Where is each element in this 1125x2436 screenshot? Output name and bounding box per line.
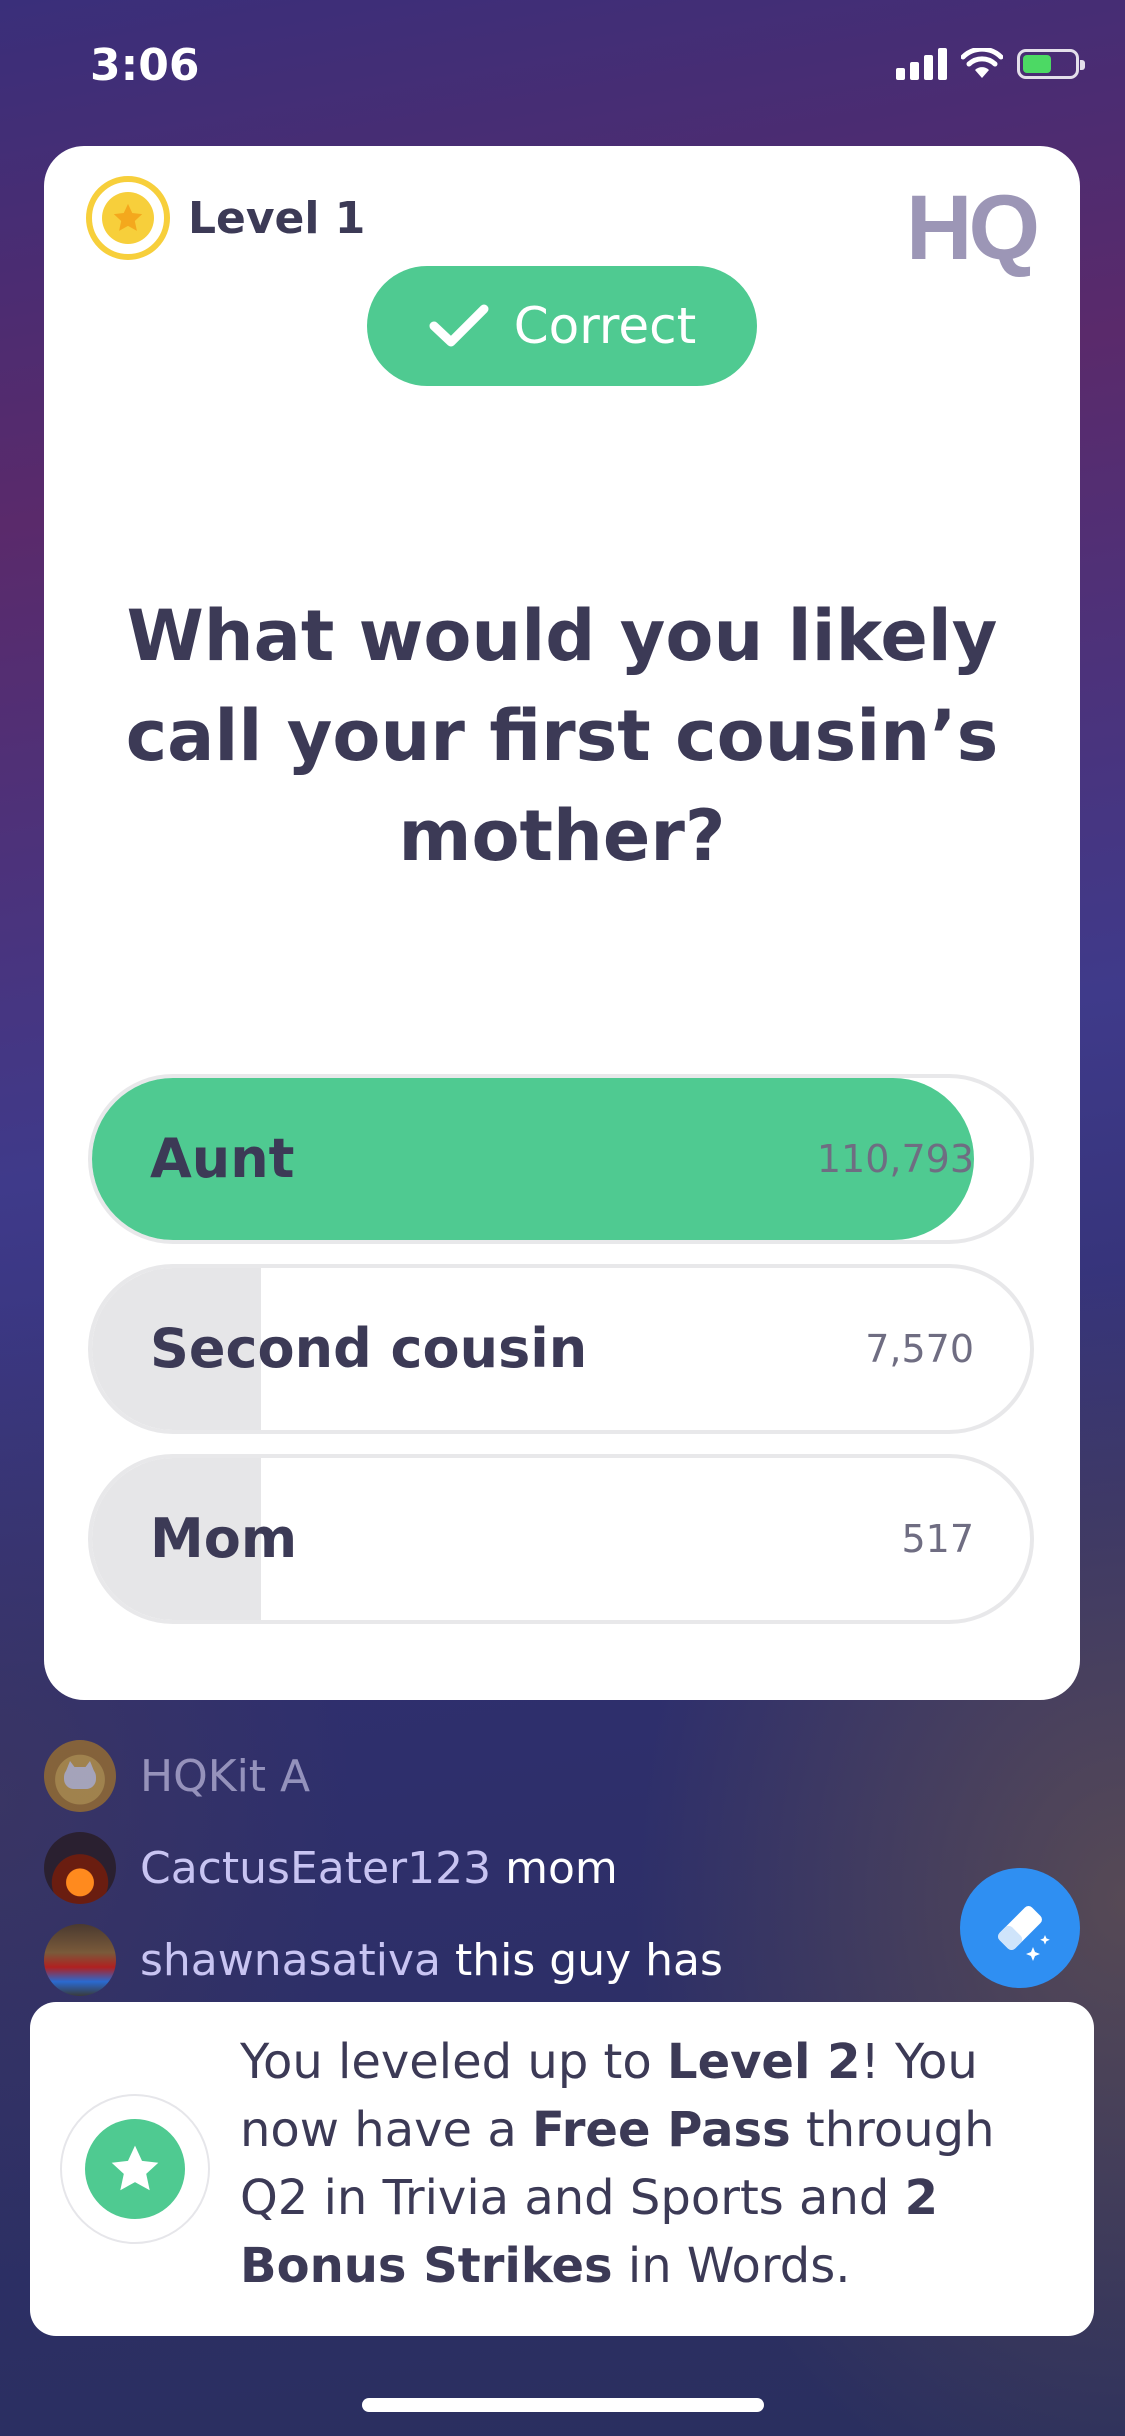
hq-logo: HQ (906, 177, 1040, 279)
chat-text: mom (505, 1842, 618, 1894)
avatar (44, 1832, 116, 1904)
chat-message: HQKit A (44, 1740, 310, 1812)
level-progress-ring (86, 176, 170, 260)
answer-count: 517 (901, 1517, 974, 1561)
answer-option-second-cousin[interactable]: Second cousin 7,570 (88, 1264, 1034, 1434)
level-indicator[interactable]: Level 1 (86, 176, 365, 260)
star-icon (102, 192, 154, 244)
chat-username: HQKit A (140, 1750, 311, 1802)
answer-option-aunt[interactable]: Aunt 110,793 (88, 1074, 1034, 1244)
eraser-icon (998, 1906, 1050, 1961)
chat-text: this guy has (454, 1934, 723, 1986)
question-text: What would you likely call your first co… (125, 595, 999, 877)
answer-count: 110,793 (816, 1137, 974, 1181)
answer-option-mom[interactable]: Mom 517 (88, 1454, 1034, 1624)
chat-username: CactusEater123 (140, 1842, 492, 1894)
chat-message: CactusEater123 mom (44, 1832, 618, 1904)
question-card: Level 1 HQ Correct What would you likely… (44, 146, 1080, 1700)
correct-badge: Correct (367, 266, 757, 386)
status-icons (896, 48, 1085, 80)
level-up-toast[interactable]: You leveled up to Level 2! You now have … (30, 2002, 1094, 2336)
answer-count: 7,570 (865, 1327, 974, 1371)
avatar (44, 1740, 116, 1812)
correct-label: Correct (513, 297, 697, 355)
home-indicator[interactable] (362, 2398, 764, 2412)
answer-label: Second cousin (150, 1317, 588, 1380)
level-label: Level 1 (188, 192, 366, 244)
level-up-message: You leveled up to Level 2! You now have … (240, 2034, 995, 2294)
checkmark-icon (429, 304, 489, 347)
battery-charging-icon (1017, 49, 1085, 79)
level-badge (60, 2094, 210, 2244)
avatar (44, 1924, 116, 1996)
answer-label: Mom (150, 1507, 298, 1570)
wifi-icon (961, 48, 1003, 78)
answer-label: Aunt (150, 1127, 295, 1190)
status-time: 3:06 (90, 40, 200, 91)
chat-username: shawnasativa (140, 1934, 441, 1986)
signal-icon (896, 48, 947, 80)
eraser-button[interactable] (960, 1868, 1080, 1988)
star-icon (111, 2145, 159, 2191)
chat-message: shawnasativa this guy has (44, 1924, 723, 1996)
